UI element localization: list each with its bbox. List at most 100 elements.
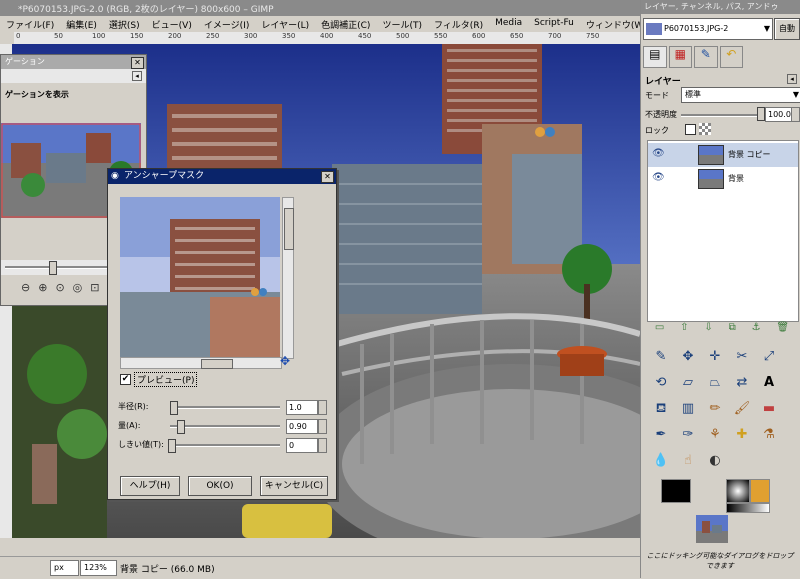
param-spin-button[interactable] xyxy=(318,400,327,415)
param-value[interactable]: 1.0 xyxy=(286,400,318,415)
dodge-burn-icon[interactable]: ◐ xyxy=(705,451,725,471)
menu-arrow-icon[interactable]: ◂ xyxy=(787,74,797,84)
pencil-icon[interactable]: ✏ xyxy=(705,399,725,419)
image-select[interactable]: P6070153.JPG-2 ▼ xyxy=(643,18,773,40)
param-value[interactable]: 0.90 xyxy=(286,419,318,434)
layer-row[interactable]: 👁 背景 コピー xyxy=(648,143,798,167)
zoom-window-icon[interactable]: ⊡ xyxy=(90,281,99,301)
menu-item-2[interactable]: 選択(S) xyxy=(103,16,146,32)
align-tool-icon[interactable]: ✛ xyxy=(705,347,725,367)
eraser-icon[interactable]: ▬ xyxy=(759,399,779,419)
param-spin-button[interactable] xyxy=(318,438,327,453)
menu-item-5[interactable]: レイヤー(L) xyxy=(255,16,315,32)
navigation-toolbar: ◂ xyxy=(1,69,146,83)
flip-tool-icon[interactable]: ⇄ xyxy=(732,373,752,393)
param-slider-thumb[interactable] xyxy=(170,401,179,415)
tab-channels[interactable]: ▦ xyxy=(668,46,692,68)
unit-select[interactable]: px xyxy=(50,560,79,576)
tab-undo[interactable]: ↶ xyxy=(719,46,743,68)
menu-item-8[interactable]: フィルタ(R) xyxy=(428,16,489,32)
horizontal-scroll-thumb[interactable] xyxy=(201,359,233,369)
menu-item-1[interactable]: 編集(E) xyxy=(60,16,103,32)
scale-tool-icon[interactable]: ⤢ xyxy=(759,347,779,367)
eye-icon[interactable]: 👁 xyxy=(652,148,665,159)
shear-tool-icon[interactable]: ▱ xyxy=(678,373,698,393)
unsharp-preview[interactable] xyxy=(120,197,280,357)
param-spin-button[interactable] xyxy=(318,419,327,434)
delete-layer-icon[interactable]: 🗑 xyxy=(776,322,789,338)
raise-layer-icon[interactable]: ⇧ xyxy=(680,322,688,338)
opacity-value[interactable]: 100.0 xyxy=(765,107,793,122)
brush-preview[interactable] xyxy=(726,479,750,503)
param-slider-thumb[interactable] xyxy=(176,420,185,434)
dock-title: レイヤー, チャンネル, パス, アンドゥ xyxy=(644,2,779,11)
clone-tool-icon[interactable]: ⚘ xyxy=(705,425,725,445)
menu-item-7[interactable]: ツール(T) xyxy=(376,16,428,32)
blend-tool-icon[interactable]: ▥ xyxy=(678,399,698,419)
menu-item-10[interactable]: Script-Fu xyxy=(528,16,580,32)
ok-button[interactable]: OK(O) xyxy=(188,476,252,496)
foreground-color[interactable] xyxy=(661,479,691,503)
close-icon[interactable]: ✕ xyxy=(321,171,334,183)
param-slider-thumb[interactable] xyxy=(168,439,176,453)
active-image-thumb[interactable] xyxy=(696,515,728,543)
param-value[interactable]: 0 xyxy=(286,438,318,453)
zoom-out-icon[interactable]: ⊖ xyxy=(21,281,30,301)
move-tool-icon[interactable]: ✥ xyxy=(678,347,698,367)
menu-item-9[interactable]: Media xyxy=(489,16,528,32)
preview-checkbox[interactable]: ✔ xyxy=(120,374,131,385)
duplicate-layer-icon[interactable]: ⧉ xyxy=(729,322,736,338)
menu-item-0[interactable]: ファイル(F) xyxy=(0,16,60,32)
pattern-preview[interactable] xyxy=(750,479,770,503)
lower-layer-icon[interactable]: ⇩ xyxy=(704,322,712,338)
layer-row[interactable]: 👁 背景 xyxy=(648,167,798,191)
zoom-fit-icon[interactable]: ◎ xyxy=(73,281,83,301)
bucket-fill-icon[interactable]: ⛾ xyxy=(651,399,671,419)
zoom-100-icon[interactable]: ⊙ xyxy=(55,281,64,301)
perspective-tool-icon[interactable]: ⏢ xyxy=(705,373,725,393)
tab-layers[interactable]: ▤ xyxy=(643,46,667,68)
opacity-label: 不透明度 xyxy=(645,110,677,119)
unsharp-mask-titlebar[interactable]: ◉ アンシャープマスク ✕ xyxy=(108,169,336,184)
perspective-clone-icon[interactable]: ⚗ xyxy=(759,425,779,445)
blur-tool-icon[interactable]: 💧 xyxy=(651,451,671,471)
gradient-preview[interactable] xyxy=(726,503,770,513)
menu-item-3[interactable]: ビュー(V) xyxy=(146,16,198,32)
opacity-slider-thumb[interactable] xyxy=(757,107,765,121)
airbrush-icon[interactable]: ✒ xyxy=(651,425,671,445)
ink-tool-icon[interactable]: ✑ xyxy=(678,425,698,445)
paintbrush-icon[interactable]: 🖌 xyxy=(732,399,752,419)
menu-item-6[interactable]: 色調補正(C) xyxy=(315,16,376,32)
dock-titlebar[interactable]: レイヤー, チャンネル, パス, アンドゥ xyxy=(641,0,800,14)
heal-tool-icon[interactable]: ✚ xyxy=(732,425,752,445)
lock-alpha-checkbox[interactable] xyxy=(685,124,696,135)
zoom-in-icon[interactable]: ⊕ xyxy=(38,281,47,301)
navigation-titlebar[interactable]: ゲーション ✕ xyxy=(1,55,146,69)
ruler-tick-label: 100 xyxy=(92,32,106,40)
main-window-titlebar[interactable]: *P6070153.JPG-2.0 (RGB, 2枚のレイヤー) 800x600… xyxy=(0,0,640,16)
tab-paths[interactable]: ✎ xyxy=(694,46,718,68)
mode-select[interactable]: 標準 ▼ xyxy=(681,87,800,103)
crop-tool-icon[interactable]: ✂ xyxy=(732,347,752,367)
zoom-slider-thumb[interactable] xyxy=(49,261,57,275)
menu-item-4[interactable]: イメージ(I) xyxy=(198,16,256,32)
anchor-layer-icon[interactable]: ⚓ xyxy=(752,322,761,338)
cancel-button[interactable]: キャンセル(C) xyxy=(260,476,328,496)
rotate-tool-icon[interactable]: ⟲ xyxy=(651,373,671,393)
opacity-spin-button[interactable] xyxy=(791,107,800,122)
preview-horizontal-scrollbar[interactable] xyxy=(120,357,282,369)
text-tool-icon[interactable]: A xyxy=(759,373,779,393)
menu-arrow-icon[interactable]: ◂ xyxy=(132,71,142,81)
navigate-icon[interactable]: ✥ xyxy=(280,354,290,368)
zoom-select[interactable]: 123% xyxy=(80,560,117,576)
help-button[interactable]: ヘルプ(H) xyxy=(120,476,180,496)
gimp-icon: ◉ xyxy=(111,171,119,181)
preview-vertical-scrollbar[interactable] xyxy=(282,197,294,359)
smudge-tool-icon[interactable]: ☝ xyxy=(678,451,698,471)
free-select-icon[interactable]: ✎ xyxy=(651,347,671,367)
eye-icon[interactable]: 👁 xyxy=(652,172,665,183)
vertical-scroll-thumb[interactable] xyxy=(284,208,294,250)
close-icon[interactable]: ✕ xyxy=(131,57,144,69)
auto-button[interactable]: 自動 xyxy=(774,18,800,40)
new-layer-icon[interactable]: ▭ xyxy=(655,322,664,338)
